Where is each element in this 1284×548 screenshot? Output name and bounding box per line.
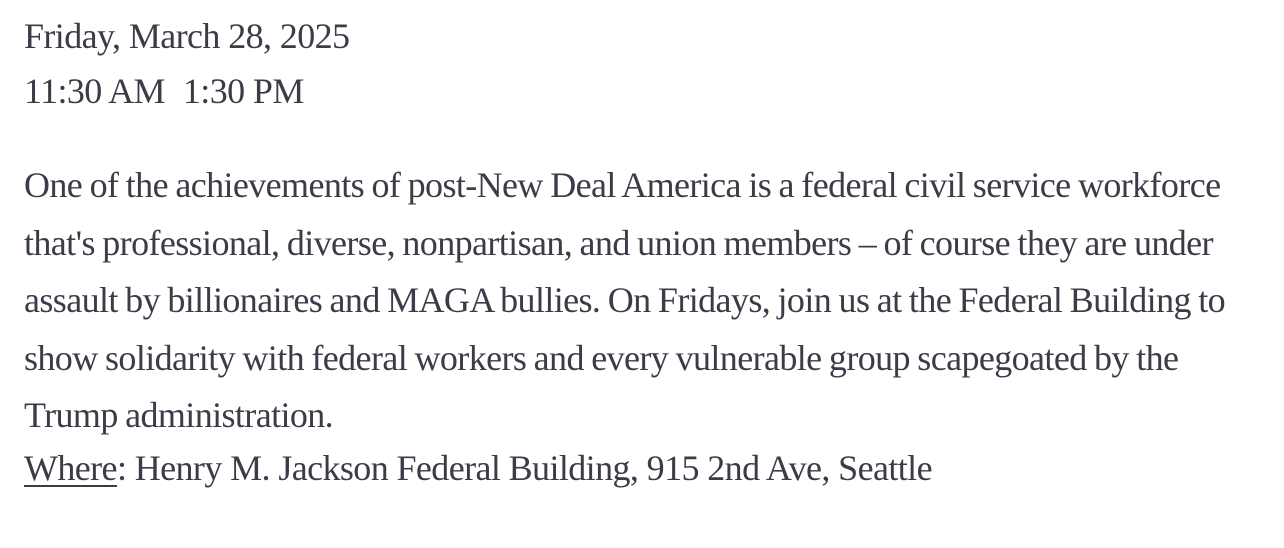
location-text: Henry M. Jackson Federal Building, 915 2… [134,448,933,488]
event-time-range: 11:30 AM 1:30 PM [24,69,304,113]
event-start-time: 11:30 AM [24,71,165,111]
event-date: Friday, March 28, 2025 [24,16,350,56]
where-separator: : [116,448,127,488]
event-location: Where: Henry M. Jackson Federal Building… [24,444,933,492]
where-label: Where [24,448,118,488]
event-description: One of the achievements of post-New Deal… [24,165,1226,435]
event-end-time: 1:30 PM [182,71,304,111]
